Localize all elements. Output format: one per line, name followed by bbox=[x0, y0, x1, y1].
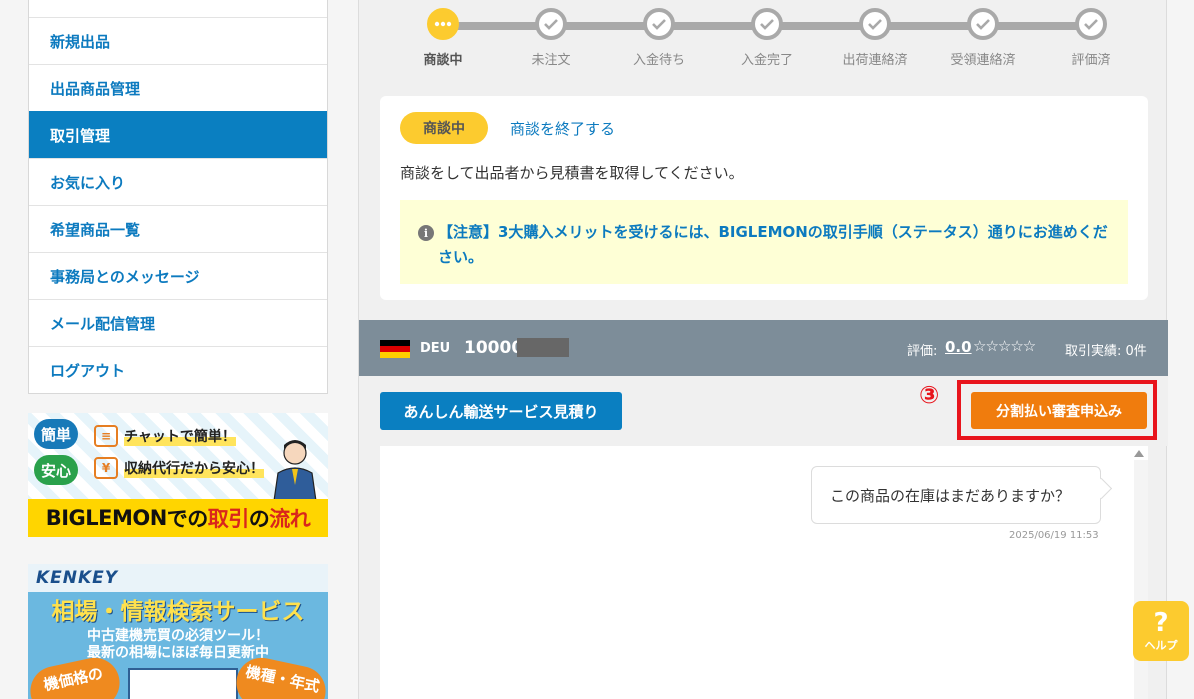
sidebar-item-label: 出品商品管理 bbox=[50, 79, 141, 98]
step-received: 受領連絡済 bbox=[933, 8, 1033, 68]
check-icon bbox=[967, 8, 999, 40]
step-payment-complete: 入金完了 bbox=[717, 8, 817, 68]
germany-flag-icon bbox=[380, 340, 410, 358]
step-awaiting-payment: 入金待ち bbox=[609, 8, 709, 68]
step-label: 評価済 bbox=[1071, 53, 1111, 68]
chat-area[interactable]: この商品の在庫はまだありますか？ 2025/06/19 11:53 bbox=[380, 446, 1148, 699]
businessman-illustration bbox=[273, 440, 317, 501]
step-label: 商談中 bbox=[423, 53, 463, 68]
seller-country: DEU bbox=[420, 341, 451, 356]
check-icon bbox=[535, 8, 567, 40]
rating-stars: ☆☆☆☆☆ bbox=[973, 337, 1036, 355]
annotation-number: ③ bbox=[919, 381, 940, 409]
footer-brand: BIGLEMON bbox=[45, 506, 168, 530]
action-row: あんしん輸送サービス見積り ③ 分割払い審査申込み bbox=[359, 376, 1168, 446]
kenkey-subtitle-2: 最新の相場にほぼ毎日更新中 bbox=[87, 645, 269, 661]
footer-text-3: の bbox=[248, 507, 270, 531]
escrow-feature: ¥ 収納代行だから安心！ bbox=[94, 453, 294, 483]
status-instruction: 商談をして出品者から見積書を取得してください。 bbox=[400, 164, 744, 182]
sidebar-item-mail-settings[interactable]: メール配信管理 bbox=[29, 299, 327, 346]
status-card: 商談中 商談を終了する 商談をして出品者から見積書を取得してください。 i 【注… bbox=[380, 96, 1148, 300]
seller-bar: DEU 10000 評価: 0.0 ☆☆☆☆☆ 取引実績: 0件 bbox=[359, 320, 1168, 376]
check-icon bbox=[751, 8, 783, 40]
sidebar-item-label: ログアウト bbox=[50, 361, 126, 380]
sidebar-item-office-messages[interactable]: 事務局とのメッセージ bbox=[29, 252, 327, 299]
rating-label: 評価: bbox=[907, 344, 938, 359]
seller-id-redaction bbox=[517, 338, 569, 357]
escrow-feature-text: 収納代行だから安心！ bbox=[124, 458, 264, 478]
chat-icon: ≡ bbox=[94, 425, 118, 447]
sidebar-menu: 新規出品 出品商品管理 取引管理 お気に入り 希望商品一覧 事務局とのメッセージ… bbox=[28, 0, 328, 394]
notice-text: 【注意】3大購入メリットを受けるには、BIGLEMONの取引手順（ステータス）通… bbox=[438, 223, 1108, 266]
info-icon: i bbox=[418, 225, 434, 241]
status-badge: 商談中 bbox=[400, 112, 488, 144]
sidebar-item-label: 希望商品一覧 bbox=[50, 220, 141, 239]
sidebar-item-transaction-management[interactable]: 取引管理 bbox=[29, 111, 327, 158]
sidebar-item-label: 事務局とのメッセージ bbox=[50, 267, 200, 286]
check-icon bbox=[643, 8, 675, 40]
transaction-record: 取引実績: 0件 bbox=[1065, 344, 1147, 359]
sidebar-item-label: お気に入り bbox=[50, 173, 126, 192]
question-icon: ? bbox=[1153, 608, 1169, 638]
step-label: 入金待ち bbox=[632, 53, 685, 68]
chat-message: この商品の在庫はまだありますか？ bbox=[811, 466, 1101, 524]
chat-message-time: 2025/06/19 11:53 bbox=[1009, 530, 1099, 541]
sidebar-item-label: メール配信管理 bbox=[50, 314, 156, 333]
sidebar-item-label: 取引管理 bbox=[50, 126, 111, 145]
sidebar-top-spacer bbox=[29, 0, 327, 17]
main-content: 商談中 未注文 入金待ち 入金完了 出荷連絡済 受領連絡済 評価済 商談中 商談… bbox=[358, 0, 1168, 699]
sidebar-item-favorites[interactable]: お気に入り bbox=[29, 158, 327, 205]
shipping-estimate-button[interactable]: あんしん輸送サービス見積り bbox=[380, 392, 622, 430]
kenkey-title: 相場・情報検索サービス bbox=[51, 599, 305, 625]
check-icon bbox=[1075, 8, 1107, 40]
seller-id: 10000 bbox=[464, 338, 524, 358]
sidebar-item-listing-management[interactable]: 出品商品管理 bbox=[29, 64, 327, 111]
kenkey-banner[interactable]: KENKEY 相場・情報検索サービス 中古建機売買の必須ツール！ 最新の相場にほ… bbox=[28, 564, 328, 699]
footer-text-2: 取引 bbox=[207, 507, 250, 531]
check-icon bbox=[859, 8, 891, 40]
step-current-icon bbox=[427, 8, 459, 40]
flow-banner-footer: BIGLEMON での 取引の流れ bbox=[28, 499, 328, 537]
step-label: 入金完了 bbox=[740, 53, 793, 68]
chat-message-text: この商品の在庫はまだありますか？ bbox=[830, 486, 1071, 505]
kenkey-screenshot bbox=[128, 668, 238, 699]
help-button[interactable]: ? ヘルプ bbox=[1133, 601, 1189, 661]
safe-tag: 安心 bbox=[34, 455, 78, 485]
rating-value-link[interactable]: 0.0 bbox=[945, 338, 972, 356]
step-not-ordered: 未注文 bbox=[501, 8, 601, 68]
transaction-stepper: 商談中 未注文 入金待ち 入金完了 出荷連絡済 受領連絡済 評価済 bbox=[359, 0, 1168, 82]
transaction-flow-banner[interactable]: 簡単 安心 ≡ チャットで簡単！ ¥ 収納代行だから安心！ BIGLEMON での… bbox=[28, 413, 328, 537]
sidebar-item-label: 新規出品 bbox=[50, 32, 111, 51]
footer-text-4: 流れ bbox=[269, 507, 311, 531]
step-label: 未注文 bbox=[531, 53, 571, 68]
easy-tag: 簡単 bbox=[34, 419, 78, 449]
step-label: 出荷連絡済 bbox=[842, 53, 908, 68]
notice-box: i 【注意】3大購入メリットを受けるには、BIGLEMONの取引手順（ステータス… bbox=[400, 200, 1128, 284]
kenkey-logo: KENKEY bbox=[36, 568, 119, 588]
step-shipped: 出荷連絡済 bbox=[825, 8, 925, 68]
yen-icon: ¥ bbox=[94, 457, 118, 479]
step-negotiating: 商談中 bbox=[393, 8, 493, 68]
footer-text-1: での bbox=[166, 507, 209, 531]
chat-feature: ≡ チャットで簡単！ bbox=[94, 421, 294, 451]
help-label: ヘルプ bbox=[1144, 639, 1178, 652]
chat-feature-text: チャットで簡単！ bbox=[124, 426, 236, 446]
sidebar-item-wanted-items[interactable]: 希望商品一覧 bbox=[29, 205, 327, 252]
chat-scrollbar[interactable] bbox=[1134, 460, 1148, 699]
sidebar-item-new-listing[interactable]: 新規出品 bbox=[29, 17, 327, 64]
end-negotiation-link[interactable]: 商談を終了する bbox=[510, 118, 615, 139]
sidebar-item-logout[interactable]: ログアウト bbox=[29, 346, 327, 393]
step-rated: 評価済 bbox=[1041, 8, 1141, 68]
installment-apply-button[interactable]: 分割払い審査申込み bbox=[971, 392, 1147, 429]
step-label: 受領連絡済 bbox=[950, 53, 1016, 68]
scroll-up-arrow-icon[interactable] bbox=[1134, 450, 1144, 457]
